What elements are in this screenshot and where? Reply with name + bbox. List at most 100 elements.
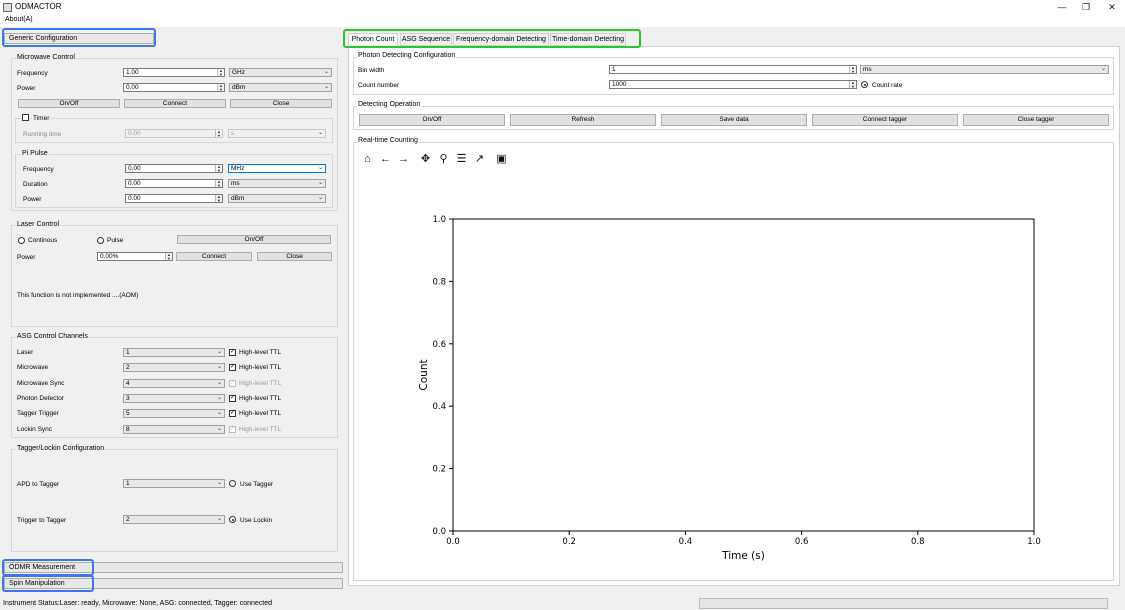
x-axis-label: Time (s) bbox=[721, 550, 765, 562]
spin-arrows-icon[interactable]: ▲ ▼ bbox=[217, 84, 224, 91]
edit-axis-icon[interactable]: ↗ bbox=[473, 153, 486, 166]
frequency-input[interactable]: 1.00 ▲ ▼ bbox=[123, 68, 225, 77]
back-arrow-icon[interactable]: ← bbox=[379, 153, 392, 166]
high-level-ttl-checkbox[interactable]: ✓ bbox=[229, 425, 236, 433]
timer-checkbox[interactable] bbox=[22, 114, 29, 121]
laser-control-title: Laser Control bbox=[16, 221, 61, 228]
laser-onoff-button[interactable]: On/Off bbox=[177, 235, 331, 244]
count-number-label: Count number bbox=[358, 82, 400, 89]
pi-duration-unit-select[interactable]: ms ⌄ bbox=[228, 179, 326, 188]
power-input[interactable]: 0.00 ▲ ▼ bbox=[123, 83, 225, 92]
high-level-ttl-checkbox[interactable]: ✓ bbox=[229, 379, 236, 387]
microwave-connect-button[interactable]: Connect bbox=[124, 99, 226, 108]
close-tagger-button[interactable]: Close tagger bbox=[963, 114, 1109, 126]
high-level-ttl-checkbox[interactable]: ✓ bbox=[229, 364, 236, 372]
count-rate-radio[interactable] bbox=[861, 81, 868, 88]
spin-arrows-icon[interactable]: ▲ ▼ bbox=[215, 195, 222, 202]
asg-channel-select[interactable]: 8 ⌄ bbox=[123, 424, 225, 434]
apd-to-tagger-select[interactable]: 1 ⌄ bbox=[123, 479, 225, 488]
asg-channel-select[interactable]: 2 ⌄ bbox=[123, 363, 225, 373]
trigger-to-tagger-select[interactable]: 2 ⌄ bbox=[123, 515, 225, 524]
microwave-onoff-button[interactable]: On/Off bbox=[18, 99, 120, 108]
title-bar: ODMACTOR — ❐ ✕ bbox=[0, 0, 1125, 15]
forward-arrow-icon[interactable]: → bbox=[397, 153, 410, 166]
spin-arrows-icon[interactable]: ▲ ▼ bbox=[215, 165, 222, 172]
pi-power-label: Power bbox=[23, 196, 42, 203]
high-level-ttl-label: High-level TTL bbox=[239, 364, 282, 372]
chevron-down-icon: ⌄ bbox=[317, 180, 323, 186]
running-time-input[interactable]: 0.00 ▲ ▼ bbox=[125, 129, 223, 138]
menu-about[interactable]: About(A) bbox=[5, 16, 33, 23]
use-tagger-radio[interactable] bbox=[229, 480, 236, 487]
zoom-icon[interactable]: ⚲ bbox=[437, 153, 450, 166]
minimize-button[interactable]: — bbox=[1049, 0, 1075, 15]
frequency-unit-select[interactable]: GHz ⌄ bbox=[229, 68, 332, 77]
save-icon[interactable]: ▣ bbox=[495, 153, 508, 166]
x-tick-label: 0.0 bbox=[446, 537, 460, 547]
close-window-button[interactable]: ✕ bbox=[1099, 0, 1125, 15]
x-tick-label: 0.8 bbox=[911, 537, 925, 547]
configure-icon[interactable]: ☰ bbox=[455, 153, 468, 166]
spin-arrows-icon[interactable]: ▲ ▼ bbox=[849, 66, 856, 73]
count-number-value: 1000 bbox=[612, 81, 627, 88]
high-level-ttl-checkbox[interactable]: ✓ bbox=[229, 410, 236, 418]
photon-config-group bbox=[353, 57, 1114, 95]
bin-width-unit-select[interactable]: ms ⌄ bbox=[860, 65, 1109, 74]
microwave-close-button[interactable]: Close bbox=[230, 99, 332, 108]
y-tick-label: 0.6 bbox=[432, 340, 446, 350]
asg-channel-value: 2 bbox=[126, 364, 130, 372]
pi-power-unit-select[interactable]: dBm ⌄ bbox=[228, 194, 326, 203]
running-time-unit-select[interactable]: s ⌄ bbox=[228, 129, 326, 138]
spin-arrows-icon[interactable]: ▲ ▼ bbox=[215, 180, 222, 187]
connect-tagger-button[interactable]: Connect tagger bbox=[812, 114, 958, 126]
continous-radio[interactable] bbox=[18, 237, 25, 244]
asg-channel-select[interactable]: 5 ⌄ bbox=[123, 409, 225, 419]
chevron-down-icon: ⌄ bbox=[323, 84, 329, 90]
pi-power-unit-value: dBm bbox=[231, 195, 245, 202]
refresh-button[interactable]: Refresh bbox=[510, 114, 656, 126]
asg-channel-select[interactable]: 3 ⌄ bbox=[123, 393, 225, 403]
pi-power-input[interactable]: 0.00 ▲ ▼ bbox=[125, 194, 223, 203]
menu-bar: About(A) bbox=[0, 15, 1125, 27]
high-level-ttl-label: High-level TTL bbox=[239, 410, 282, 418]
y-axis-label: Count bbox=[418, 359, 430, 390]
pi-duration-input[interactable]: 0.00 ▲ ▼ bbox=[125, 179, 223, 188]
asg-channel-select[interactable]: 4 ⌄ bbox=[123, 378, 225, 388]
pulse-label: Pulse bbox=[107, 237, 124, 244]
asg-control-title: ASG Control Channels bbox=[16, 333, 89, 340]
laser-connect-button[interactable]: Connect bbox=[176, 252, 252, 261]
save-data-button[interactable]: Save data bbox=[661, 114, 807, 126]
pan-icon[interactable]: ✥ bbox=[419, 153, 432, 166]
count-number-input[interactable]: 1000 ▲ ▼ bbox=[609, 80, 857, 89]
chevron-down-icon: ⌄ bbox=[216, 516, 222, 522]
power-unit-select[interactable]: dBm ⌄ bbox=[229, 83, 332, 92]
pi-frequency-unit-select[interactable]: MHz ⌄ bbox=[228, 164, 326, 173]
use-lockin-label: Use Lockin bbox=[240, 517, 273, 524]
laser-power-label: Power bbox=[17, 254, 36, 261]
bin-width-input[interactable]: 1 ▲ ▼ bbox=[609, 65, 857, 74]
realtime-counting-title: Real-time Counting bbox=[357, 137, 419, 144]
laser-power-input[interactable]: 0.00% ▲ ▼ bbox=[97, 252, 173, 261]
pulse-radio[interactable] bbox=[97, 237, 104, 244]
detecting-operation-title: Detecting Operation bbox=[357, 101, 422, 108]
spin-arrows-icon[interactable]: ▲ ▼ bbox=[165, 253, 172, 260]
high-level-ttl-checkbox[interactable]: ✓ bbox=[229, 394, 236, 402]
highlight-tabs bbox=[343, 29, 641, 48]
spin-arrows-icon[interactable]: ▲ ▼ bbox=[849, 81, 856, 88]
home-icon[interactable]: ⌂ bbox=[361, 153, 374, 166]
spin-arrows-icon[interactable]: ▲ ▼ bbox=[215, 130, 222, 137]
power-value: 0.00 bbox=[126, 84, 139, 91]
apd-to-tagger-label: APD to Tagger bbox=[17, 481, 60, 488]
spin-arrows-icon[interactable]: ▲ ▼ bbox=[217, 69, 224, 76]
use-lockin-radio[interactable] bbox=[229, 516, 236, 523]
chevron-down-icon: ⌄ bbox=[216, 349, 222, 355]
chevron-down-icon: ⌄ bbox=[216, 410, 222, 417]
detect-onoff-button[interactable]: On/Off bbox=[359, 114, 505, 126]
pi-frequency-unit-value: MHz bbox=[231, 165, 245, 172]
laser-close-button[interactable]: Close bbox=[257, 252, 332, 261]
pi-frequency-input[interactable]: 0.00 ▲ ▼ bbox=[125, 164, 223, 173]
maximize-button[interactable]: ❐ bbox=[1073, 0, 1099, 15]
high-level-ttl-checkbox[interactable]: ✓ bbox=[229, 349, 236, 356]
asg-channel-select[interactable]: 1 ⌄ bbox=[123, 348, 225, 357]
high-level-ttl-label: High-level TTL bbox=[239, 394, 282, 402]
